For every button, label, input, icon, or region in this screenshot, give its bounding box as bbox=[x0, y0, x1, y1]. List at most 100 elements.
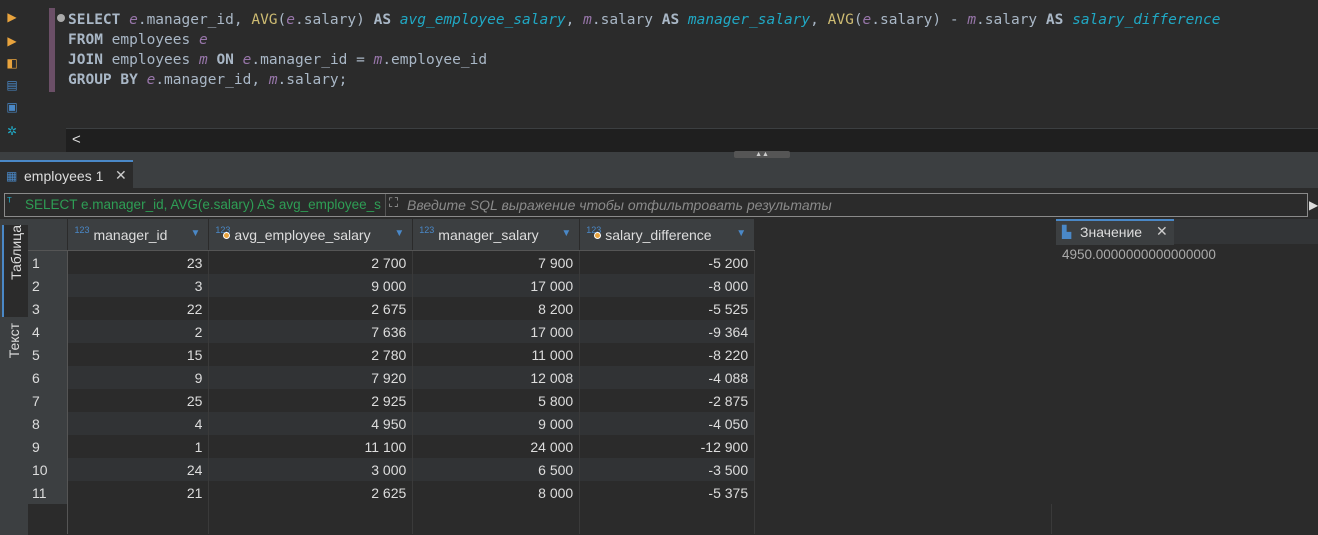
row-number[interactable]: 10 bbox=[28, 458, 69, 481]
cell-manager-id[interactable]: 24 bbox=[67, 458, 210, 481]
apply-filter-icon[interactable]: ▶ bbox=[1309, 194, 1318, 216]
cell-manager-salary[interactable]: 6 500 bbox=[412, 458, 581, 481]
cell-manager-salary[interactable]: 11 000 bbox=[412, 343, 581, 366]
grid-corner[interactable] bbox=[28, 219, 69, 251]
row-number[interactable]: 11 bbox=[28, 481, 69, 504]
cell-avg-employee-salary[interactable]: 2 780 bbox=[208, 343, 414, 366]
cell-manager-salary[interactable]: 24 000 bbox=[412, 435, 581, 458]
cell-salary-difference[interactable]: -12 900 bbox=[579, 435, 756, 458]
cell-manager-id[interactable]: 22 bbox=[67, 297, 210, 320]
row-number[interactable]: 9 bbox=[28, 435, 69, 458]
sql-line[interactable]: SELECT e.manager_id, AVG(e.salary) AS av… bbox=[68, 10, 1221, 30]
row-number[interactable]: 7 bbox=[28, 389, 69, 412]
cell-manager-id[interactable]: 15 bbox=[67, 343, 210, 366]
cell-avg-employee-salary[interactable]: 2 625 bbox=[208, 481, 414, 504]
row-number[interactable]: 3 bbox=[28, 297, 69, 320]
column-header-manager-salary[interactable]: 123 manager_salary ▼ bbox=[412, 219, 581, 251]
cell-salary-difference[interactable]: -9 364 bbox=[579, 320, 756, 343]
close-icon[interactable]: ✕ bbox=[115, 167, 127, 184]
cell-manager-id[interactable]: 2 bbox=[67, 320, 210, 343]
cell-manager-salary[interactable]: 7 900 bbox=[412, 250, 581, 274]
cell-manager-id[interactable]: 3 bbox=[67, 274, 210, 297]
cell-manager-id[interactable]: 1 bbox=[67, 435, 210, 458]
sort-filter-dropdown-icon[interactable]: ▼ bbox=[561, 228, 571, 239]
load-script-icon[interactable]: ▤ bbox=[4, 77, 20, 93]
cell-salary-difference[interactable]: -5 375 bbox=[579, 481, 756, 504]
sort-filter-dropdown-icon[interactable]: ▼ bbox=[736, 228, 746, 239]
close-icon[interactable]: ✕ bbox=[1156, 223, 1168, 240]
sort-filter-dropdown-icon[interactable]: ▼ bbox=[394, 228, 404, 239]
cell-manager-id[interactable]: 4 bbox=[67, 412, 210, 435]
cell-salary-difference[interactable]: -3 500 bbox=[579, 458, 756, 481]
column-header-avg-employee-salary[interactable]: 123 avg_employee_salary ▼ bbox=[208, 219, 414, 251]
tab-value[interactable]: ▙ Значение ✕ bbox=[1056, 219, 1174, 245]
row-number[interactable]: 4 bbox=[28, 320, 69, 343]
sql-line[interactable]: FROM employees e bbox=[68, 30, 1221, 50]
table-row[interactable]: 5 15 2 780 11 000 -8 220 bbox=[28, 343, 1052, 366]
table-row[interactable]: 11 21 2 625 8 000 -5 375 bbox=[28, 481, 1052, 504]
column-header-manager-id[interactable]: 123 manager_id ▼ bbox=[67, 219, 210, 251]
cell-avg-employee-salary[interactable]: 7 636 bbox=[208, 320, 414, 343]
cell-salary-difference[interactable]: -8 220 bbox=[579, 343, 756, 366]
table-row[interactable]: 844 950 9 000 -4 050 bbox=[28, 412, 1052, 435]
cell-salary-difference[interactable]: -2 875 bbox=[579, 389, 756, 412]
row-number[interactable]: 6 bbox=[28, 366, 69, 389]
cell-avg-employee-salary[interactable]: 2 700 bbox=[208, 250, 414, 274]
table-row[interactable]: 9 1 11 100 24 000 -12 900 bbox=[28, 435, 1052, 458]
settings-gear-icon[interactable]: ✲ bbox=[4, 123, 20, 139]
terminal-icon[interactable]: ▣ bbox=[4, 99, 20, 115]
tab-employees-1[interactable]: ▦ employees 1 ✕ bbox=[0, 160, 133, 192]
cell-avg-employee-salary[interactable]: 7 920 bbox=[208, 366, 414, 389]
cell-manager-id[interactable]: 9 bbox=[67, 366, 210, 389]
sql-editor[interactable]: ▶ ▶ ◧ ▤ ▣ ✲ SELECT e.manager_id, AVG(e.s… bbox=[0, 0, 1318, 158]
cell-avg-employee-salary[interactable]: 11 100 bbox=[208, 435, 414, 458]
cell-avg-employee-salary[interactable]: 4 950 bbox=[208, 412, 414, 435]
scroll-left-icon[interactable]: < bbox=[72, 131, 81, 148]
row-number[interactable]: 2 bbox=[28, 274, 69, 297]
cell-salary-difference[interactable]: -5 200 bbox=[579, 250, 756, 274]
editor-horizontal-scrollbar[interactable]: < bbox=[66, 128, 1318, 153]
cell-manager-id[interactable]: 23 bbox=[67, 250, 210, 274]
cell-manager-salary[interactable]: 12 008 bbox=[412, 366, 581, 389]
execute-statement-icon[interactable]: ▶ bbox=[4, 9, 20, 25]
cell-avg-employee-salary[interactable]: 9 000 bbox=[208, 274, 414, 297]
table-row[interactable]: 10 24 3 000 6 500 -3 500 bbox=[28, 458, 1052, 481]
cell-salary-difference[interactable]: -4 088 bbox=[579, 366, 756, 389]
sql-line[interactable]: GROUP BY e.manager_id, m.salary; bbox=[68, 70, 1221, 90]
cell-value[interactable]: 4950.0000000000000000 bbox=[1062, 247, 1216, 262]
cell-manager-id[interactable]: 25 bbox=[67, 389, 210, 412]
row-number[interactable]: 8 bbox=[28, 412, 69, 435]
cell-manager-salary[interactable]: 8 200 bbox=[412, 297, 581, 320]
cell-salary-difference[interactable]: -5 525 bbox=[579, 297, 756, 320]
cell-avg-employee-salary[interactable]: 2 675 bbox=[208, 297, 414, 320]
query-collapse-icon[interactable] bbox=[57, 14, 65, 22]
splitter-handle[interactable]: ▲▲ bbox=[734, 151, 790, 158]
explain-plan-icon[interactable]: ◧ bbox=[4, 55, 20, 71]
table-row[interactable]: 3 22 2 675 8 200 -5 525 bbox=[28, 297, 1052, 320]
cell-salary-difference[interactable]: -4 050 bbox=[579, 412, 756, 435]
filter-input[interactable]: Введите SQL выражение чтобы отфильтроват… bbox=[407, 197, 832, 213]
cell-manager-id[interactable]: 21 bbox=[67, 481, 210, 504]
cell-manager-salary[interactable]: 17 000 bbox=[412, 320, 581, 343]
row-number[interactable]: 1 bbox=[28, 250, 69, 274]
expand-icon[interactable]: ⛶ bbox=[389, 195, 398, 211]
sort-filter-dropdown-icon[interactable]: ▼ bbox=[191, 228, 201, 239]
table-row[interactable]: 697 920 12 008 -4 088 bbox=[28, 366, 1052, 389]
tab-text-view[interactable]: Текст bbox=[2, 323, 26, 387]
results-grid[interactable]: 123 manager_id ▼ 123 avg_employee_salary ▼ 123… bbox=[28, 219, 1052, 535]
cell-salary-difference[interactable]: -8 000 bbox=[579, 274, 756, 297]
sql-code[interactable]: SELECT e.manager_id, AVG(e.salary) AS av… bbox=[68, 10, 1221, 90]
table-row[interactable]: 239 000 17 000 -8 000 bbox=[28, 274, 1052, 297]
table-row[interactable]: 1 23 2 700 7 900 -5 200 bbox=[28, 250, 1052, 274]
cell-avg-employee-salary[interactable]: 3 000 bbox=[208, 458, 414, 481]
cell-manager-salary[interactable]: 8 000 bbox=[412, 481, 581, 504]
execute-script-icon[interactable]: ▶ bbox=[4, 33, 20, 49]
cell-avg-employee-salary[interactable]: 2 925 bbox=[208, 389, 414, 412]
table-row[interactable]: 7 25 2 925 5 800 -2 875 bbox=[28, 389, 1052, 412]
cell-manager-salary[interactable]: 17 000 bbox=[412, 274, 581, 297]
sql-line[interactable]: JOIN employees m ON e.manager_id = m.emp… bbox=[68, 50, 1221, 70]
cell-manager-salary[interactable]: 9 000 bbox=[412, 412, 581, 435]
filter-query-text[interactable]: SELECT e.manager_id, AVG(e.salary) AS av… bbox=[25, 197, 381, 212]
row-number[interactable]: 5 bbox=[28, 343, 69, 366]
table-row[interactable]: 427 636 17 000 -9 364 bbox=[28, 320, 1052, 343]
